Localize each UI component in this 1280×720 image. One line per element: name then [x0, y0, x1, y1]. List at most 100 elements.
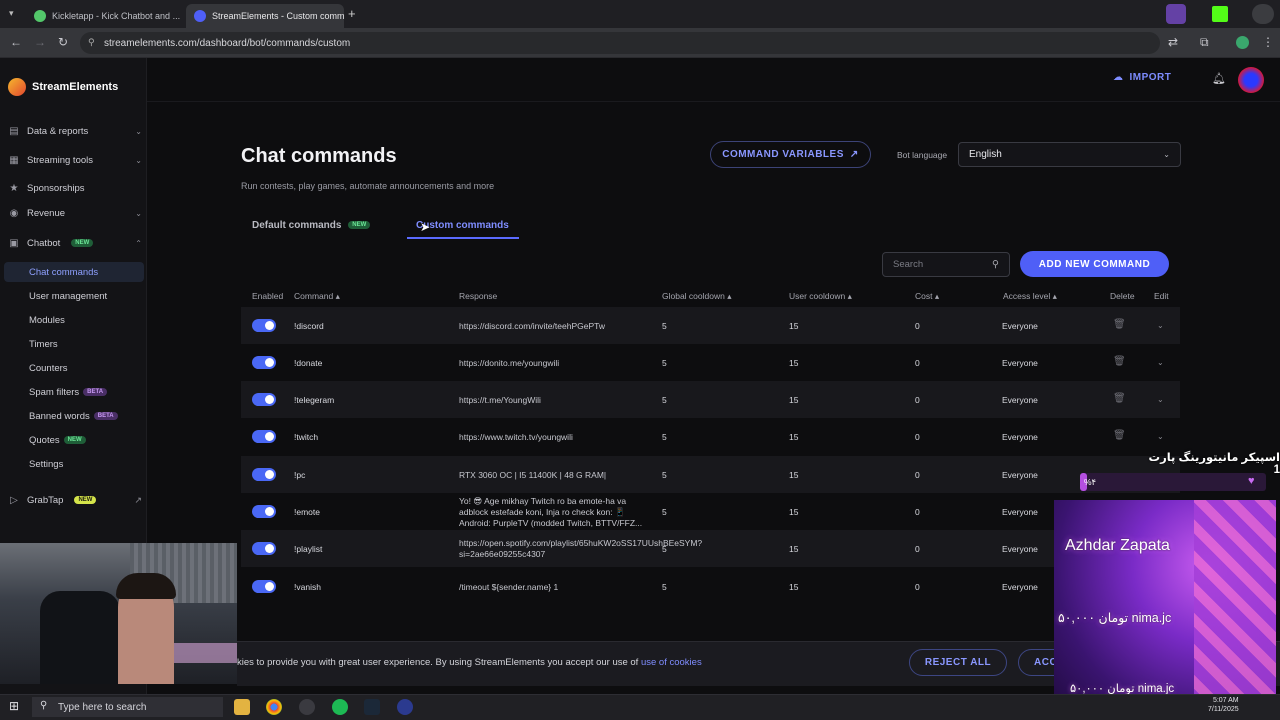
- cost-cell: 0: [915, 470, 920, 480]
- kick-extension-icon[interactable]: [1212, 6, 1228, 22]
- forward-icon[interactable]: →: [34, 35, 46, 49]
- user-cooldown-cell: 15: [789, 432, 799, 442]
- revenue-icon: ◉: [9, 207, 19, 219]
- sidebar-item-grabtap[interactable]: ▷ GrabTap NEW ↗: [8, 490, 142, 510]
- enabled-toggle[interactable]: [252, 356, 276, 369]
- extensions-icon[interactable]: ⧉: [1200, 35, 1209, 50]
- trash-icon[interactable]: 🗑︎: [1113, 430, 1126, 441]
- tab-default-commands[interactable]: Default commands NEW: [252, 220, 371, 231]
- enabled-toggle[interactable]: [252, 580, 276, 593]
- spotify-icon[interactable]: [332, 699, 348, 715]
- trash-icon[interactable]: 🗑︎: [1113, 393, 1126, 404]
- sidebar-item-sponsorships[interactable]: ★ Sponsorships: [8, 178, 142, 198]
- windows-start-icon[interactable]: ⊞: [9, 699, 19, 713]
- translate-icon[interactable]: ⇄: [1168, 35, 1178, 49]
- command-variables-button[interactable]: COMMAND VARIABLES ↗: [710, 141, 871, 168]
- url-input[interactable]: ⚲ streamelements.com/dashboard/bot/comma…: [80, 32, 1160, 54]
- tab-list-icon[interactable]: ▾: [9, 8, 14, 19]
- bot-language-select[interactable]: English ⌄: [958, 142, 1181, 167]
- user-avatar[interactable]: [1238, 67, 1264, 93]
- taskbar-search-input[interactable]: ⚲ Type here to search: [32, 697, 223, 717]
- sort-icon: ▴: [727, 291, 732, 301]
- column-header-global-cooldown[interactable]: Global cooldown ▴: [662, 291, 732, 302]
- table-row: !vanish /timeout ${sender.name} 1 5 15 0…: [241, 568, 1180, 605]
- sidebar-item-data-reports[interactable]: ▤ Data & reports ⌄: [8, 121, 142, 141]
- browser-tab-streamelements[interactable]: StreamElements - Custom comm... ✕: [186, 4, 344, 28]
- global-cooldown-cell: 5: [662, 544, 667, 554]
- taskbar-clock[interactable]: 5:07 AM 7/11/2025: [1208, 696, 1239, 714]
- app-icon[interactable]: [397, 699, 413, 715]
- overlay-donation: ۵۰,۰۰۰ تومان nima.jc: [1058, 611, 1172, 625]
- menu-icon[interactable]: ⋮: [1262, 35, 1274, 49]
- sidebar-item-chatbot[interactable]: ▣ Chatbot NEW ⌃: [8, 233, 142, 253]
- sidebar-item-counters[interactable]: Counters: [29, 363, 68, 374]
- enabled-toggle[interactable]: [252, 542, 276, 555]
- sidebar-item-label: Quotes: [29, 435, 60, 446]
- column-header-command[interactable]: Command ▴: [294, 291, 340, 302]
- steam-icon[interactable]: [364, 699, 380, 715]
- mouse-cursor-icon: ➤: [420, 220, 431, 234]
- account-avatar-icon[interactable]: [1236, 36, 1249, 49]
- twitch-extension-icon[interactable]: [1166, 4, 1186, 24]
- sidebar-item-timers[interactable]: Timers: [29, 339, 58, 350]
- global-cooldown-cell: 5: [662, 470, 667, 480]
- chevron-down-icon[interactable]: ⌄: [1157, 432, 1164, 441]
- access-level-cell: Everyone: [1002, 470, 1038, 480]
- search-input[interactable]: Search ⚲: [882, 252, 1010, 277]
- chrome-icon[interactable]: [266, 699, 282, 715]
- sidebar-item-label: Spam filters: [29, 387, 80, 398]
- file-explorer-icon[interactable]: [234, 699, 250, 715]
- trash-icon[interactable]: 🗑︎: [1113, 356, 1126, 367]
- search-icon: ⚲: [40, 700, 48, 711]
- response-cell: /timeout ${sender.name} 1: [459, 582, 559, 592]
- new-tab-icon[interactable]: +: [348, 6, 356, 21]
- user-cooldown-cell: 15: [789, 321, 799, 331]
- browser-tab-kickletapp[interactable]: Kickletapp - Kick Chatbot and ... ✕: [26, 4, 184, 28]
- back-icon[interactable]: ←: [10, 35, 22, 49]
- column-header-cost[interactable]: Cost ▴: [915, 291, 939, 302]
- sidebar-item-revenue[interactable]: ◉ Revenue ⌄: [8, 203, 142, 223]
- global-cooldown-cell: 5: [662, 582, 667, 592]
- profile-icon[interactable]: [1252, 4, 1274, 24]
- import-label: IMPORT: [1129, 72, 1172, 83]
- global-cooldown-cell: 5: [662, 507, 667, 517]
- sidebar-item-user-management[interactable]: User management: [29, 291, 107, 302]
- add-new-command-button[interactable]: ADD NEW COMMAND: [1020, 251, 1169, 277]
- reject-all-button[interactable]: REJECT ALL: [909, 649, 1007, 676]
- sidebar-item-banned-words[interactable]: Banned words BETA: [29, 411, 118, 422]
- bell-icon[interactable]: 🔔︎: [1212, 72, 1226, 85]
- enabled-toggle[interactable]: [252, 430, 276, 443]
- command-cell: !donate: [294, 358, 323, 368]
- sidebar-item-chat-commands[interactable]: Chat commands: [29, 267, 98, 278]
- command-cell: !telegeram: [294, 395, 335, 405]
- sidebar-item-label: Banned words: [29, 411, 90, 422]
- chevron-down-icon[interactable]: ⌄: [1157, 395, 1164, 404]
- sidebar-item-modules[interactable]: Modules: [29, 315, 65, 326]
- chevron-down-icon[interactable]: ⌄: [1157, 358, 1164, 367]
- sidebar-item-label: GrabTap: [27, 494, 64, 506]
- column-header-access-level[interactable]: Access level ▴: [1003, 291, 1057, 302]
- reload-icon[interactable]: ↻: [58, 35, 68, 49]
- response-cell: https://open.spotify.com/playlist/65huKW…: [459, 538, 703, 559]
- cost-cell: 0: [915, 582, 920, 592]
- column-header-enabled: Enabled: [252, 291, 284, 301]
- tab-label: Default commands: [252, 220, 342, 231]
- obs-icon[interactable]: [299, 699, 315, 715]
- chevron-down-icon[interactable]: ⌄: [1157, 321, 1164, 330]
- sidebar-item-quotes[interactable]: Quotes NEW: [29, 435, 86, 446]
- command-cell: !twitch: [294, 432, 319, 442]
- sidebar-item-spam-filters[interactable]: Spam filters BETA: [29, 387, 108, 398]
- trash-icon[interactable]: 🗑︎: [1113, 319, 1126, 330]
- new-badge: NEW: [74, 496, 97, 504]
- sidebar-item-streaming-tools[interactable]: ▦ Streaming tools ⌄: [8, 150, 142, 170]
- enabled-toggle[interactable]: [252, 319, 276, 332]
- enabled-toggle[interactable]: [252, 505, 276, 518]
- cookie-policy-link[interactable]: use of cookies: [641, 657, 702, 668]
- enabled-toggle[interactable]: [252, 468, 276, 481]
- sidebar-item-settings[interactable]: Settings: [29, 459, 63, 470]
- import-button[interactable]: ☁ IMPORT: [1113, 72, 1171, 83]
- enabled-toggle[interactable]: [252, 393, 276, 406]
- column-header-user-cooldown[interactable]: User cooldown ▴: [789, 291, 852, 302]
- brand-logo[interactable]: StreamElements: [8, 78, 118, 96]
- site-info-icon[interactable]: ⚲: [88, 37, 95, 48]
